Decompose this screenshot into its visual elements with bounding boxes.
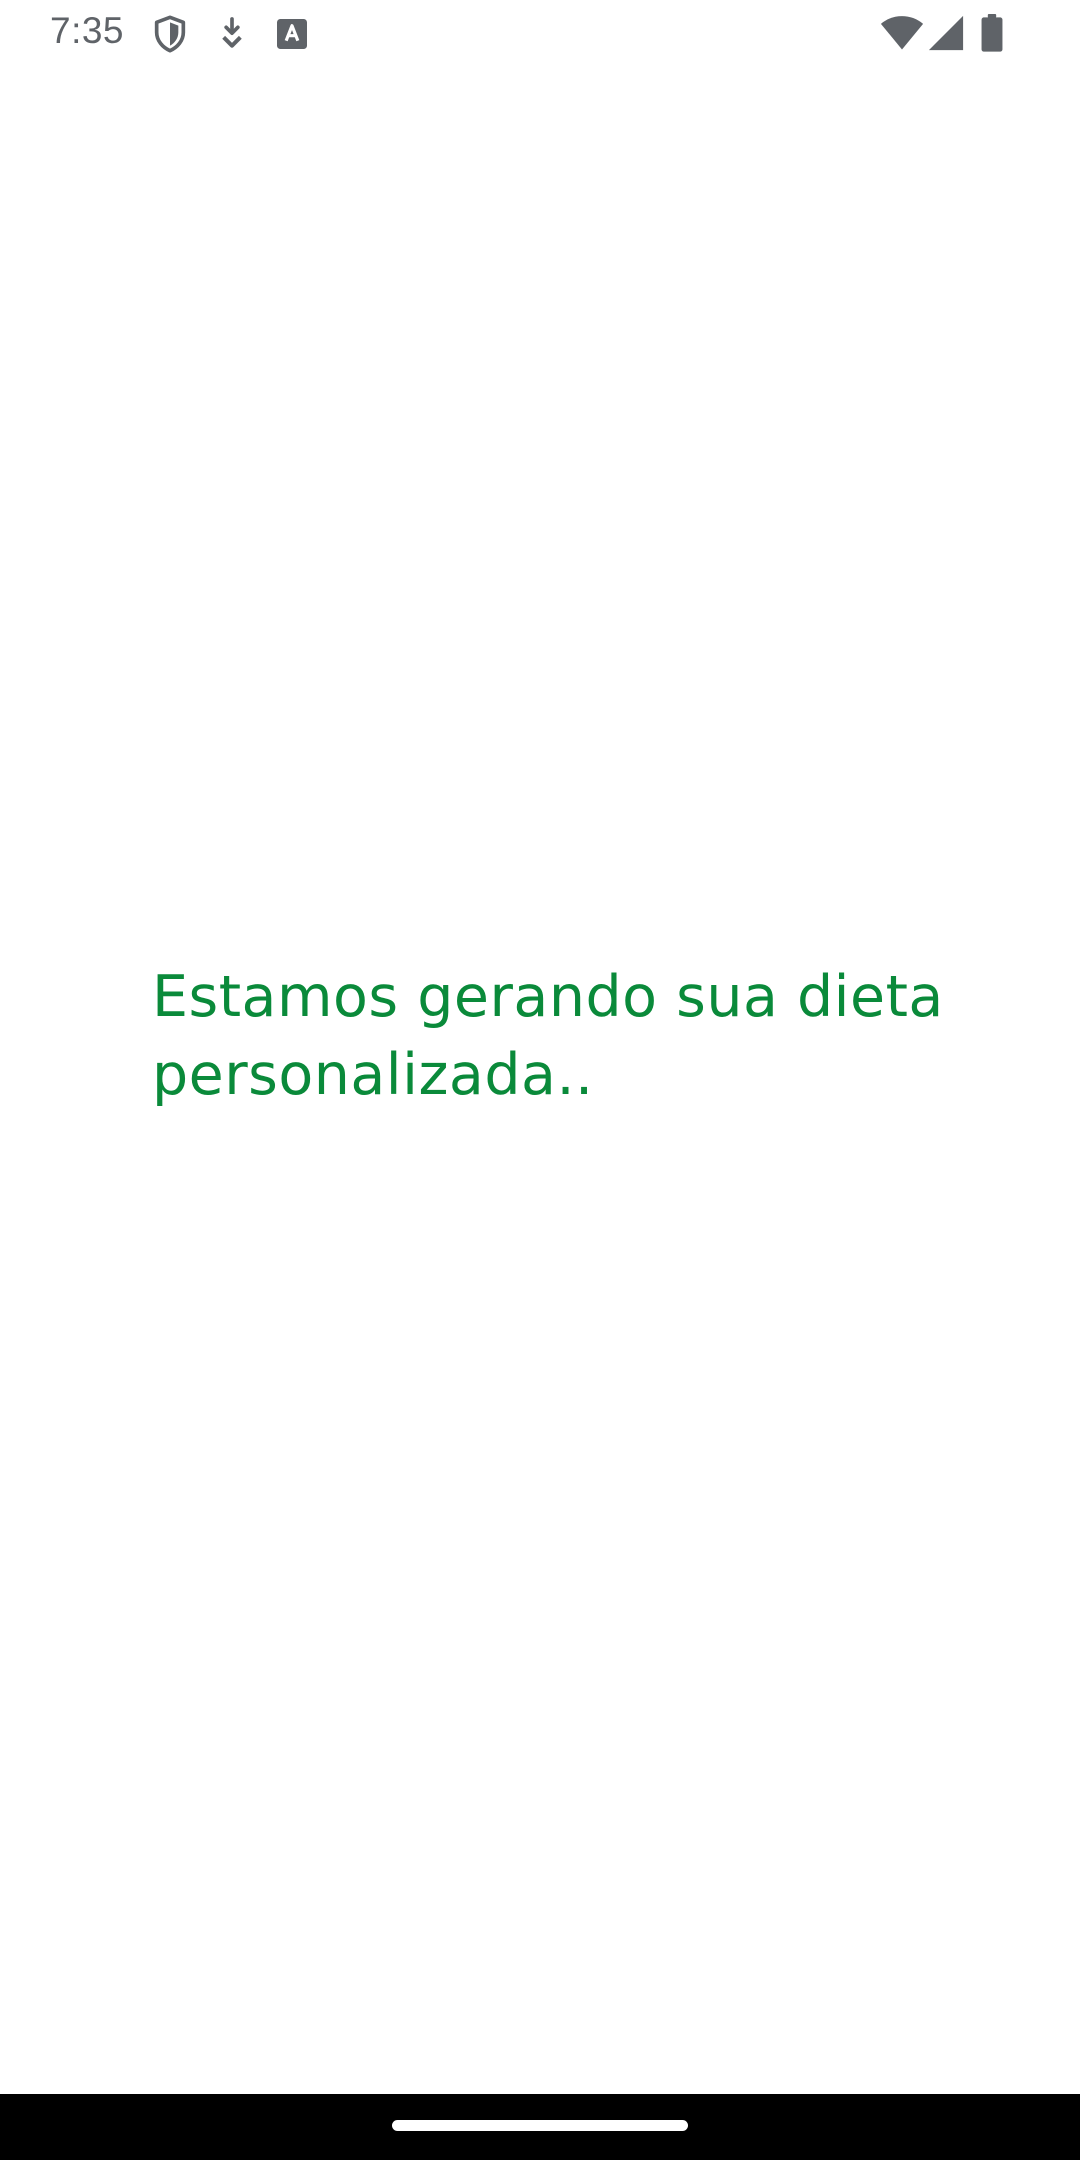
font-download-icon bbox=[272, 14, 312, 54]
shield-icon bbox=[150, 14, 190, 54]
loading-message: Estamos gerando sua dieta personalizada.… bbox=[152, 964, 944, 1108]
status-time: 7:35 bbox=[50, 10, 125, 51]
wifi-icon bbox=[880, 14, 924, 52]
cellular-signal-icon bbox=[928, 14, 964, 52]
battery-icon bbox=[980, 14, 1004, 52]
home-gesture-handle[interactable] bbox=[392, 2120, 688, 2131]
status-bar: 7:35 bbox=[0, 0, 1080, 66]
download-icon bbox=[212, 14, 252, 54]
screen: 7:35 Estamos gerando sua dieta personali… bbox=[0, 0, 1080, 2160]
